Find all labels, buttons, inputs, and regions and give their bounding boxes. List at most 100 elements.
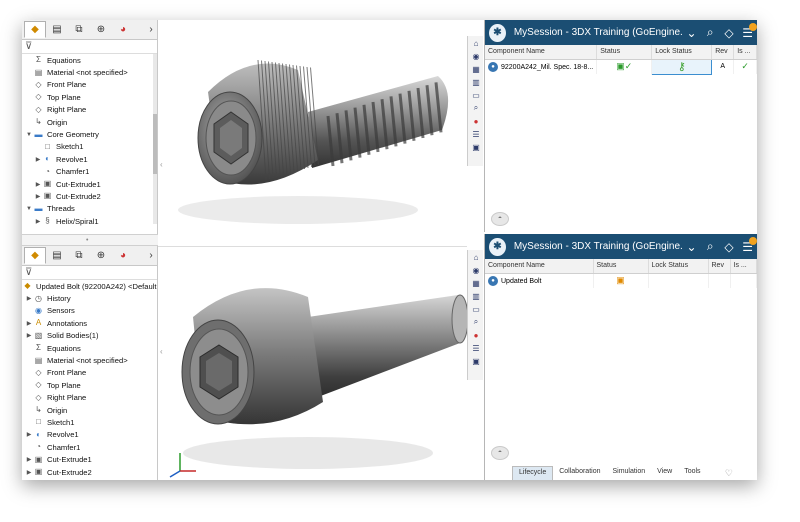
tree-item[interactable]: ▤ Material <not specified> — [22, 66, 157, 78]
tree-item[interactable]: ◔ Chamfer1 — [22, 441, 157, 453]
tree-item[interactable]: ▶ ▣ Cut-Extrude1 — [22, 178, 157, 190]
col-status[interactable]: Status — [593, 259, 649, 274]
tree-item[interactable]: ▼ ▬ Threads — [22, 203, 157, 215]
expand-icon[interactable]: ▶ — [25, 469, 33, 476]
feature-manager-tab[interactable]: ◆ — [24, 21, 46, 38]
tree-item[interactable]: ◇ Right Plane — [22, 104, 157, 116]
parts-button[interactable]: ▦ — [469, 277, 483, 289]
tree-item[interactable]: ▶ ▣ Cut-Extrude2 — [22, 190, 157, 202]
tree-item[interactable]: ▶ ◐ Revolve1 — [22, 153, 157, 165]
col-lock-status[interactable]: Lock Status — [651, 45, 713, 60]
globe-button[interactable]: ◉ — [469, 264, 483, 276]
expand-icon[interactable]: ▶ — [25, 320, 33, 327]
appearance-button[interactable]: ● — [469, 115, 483, 127]
3dx-compass-icon[interactable]: ✱ — [489, 237, 506, 256]
feature-manager-tab[interactable]: ◆ — [24, 247, 46, 264]
tree-item[interactable]: ↳ Origin — [22, 116, 157, 128]
table-row[interactable]: ● Updated Bolt ▣ — [485, 273, 757, 288]
dimxpert-tab[interactable]: ⊕ — [90, 247, 112, 264]
col-rev[interactable]: Rev — [711, 45, 735, 60]
search-button[interactable]: ⌕ — [701, 239, 720, 254]
collapse-icon[interactable]: ▼ — [25, 132, 33, 138]
tag-button[interactable]: ◇ — [720, 26, 739, 40]
tree-item[interactable]: ▶ ▣ Cut-Extrude2 — [22, 466, 157, 478]
tree-item[interactable]: ◔ Chamfer1 — [22, 166, 157, 178]
tab-tools[interactable]: Tools — [678, 466, 706, 480]
search-button[interactable]: ⌕ — [701, 25, 720, 40]
expand-icon[interactable]: ▶ — [25, 431, 33, 438]
col-status[interactable]: Status — [596, 45, 653, 60]
globe-button[interactable]: ◉ — [469, 50, 483, 62]
search-button[interactable]: ⌕ — [469, 316, 483, 328]
col-lock-status[interactable]: Lock Status — [648, 259, 709, 274]
col-component-name[interactable]: Component Name — [485, 259, 594, 274]
tab-lifecycle[interactable]: Lifecycle — [512, 466, 554, 480]
expand-icon[interactable]: ▶ — [25, 332, 33, 339]
tab-view[interactable]: View — [651, 466, 678, 480]
explorer-button[interactable]: ▭ — [469, 89, 483, 101]
property-manager-tab[interactable]: ▤ — [46, 21, 68, 38]
table-row[interactable]: ● 92200A242_Mil. Spec. 18-8... ▣✓ ⚷ A ✓ — [485, 58, 757, 75]
tree-item[interactable]: ▶ ◐ Revolve1 — [22, 429, 157, 441]
explorer-button[interactable]: ▭ — [469, 303, 483, 315]
appearance-button[interactable]: ● — [469, 329, 483, 341]
session-dropdown[interactable]: ⌄ — [682, 240, 701, 254]
graphics-area-top[interactable]: ‹ — [158, 20, 467, 234]
tree-item[interactable]: ▶ ▧ Solid Bodies(1) — [22, 330, 157, 342]
display-manager-tab[interactable]: ◕ — [112, 247, 134, 264]
menu-button[interactable]: ☰ — [738, 22, 757, 40]
3dx-compass-icon[interactable]: ✱ — [489, 23, 506, 42]
tree-root[interactable]: ◆ Updated Bolt (92200A242) <Default Disp… — [22, 280, 157, 292]
tree-item[interactable]: Σ Equations — [22, 342, 157, 354]
col-rev[interactable]: Rev — [708, 259, 731, 274]
menu-button[interactable]: ☰ — [738, 236, 757, 254]
collapse-handle-icon[interactable]: ‹ — [160, 347, 163, 356]
search-button[interactable]: ⌕ — [469, 102, 483, 114]
tree-item[interactable]: ◇ Front Plane — [22, 367, 157, 379]
custom-props-button[interactable]: ☰ — [469, 342, 483, 354]
configuration-manager-tab[interactable]: ⧉ — [68, 21, 90, 38]
tree-filter[interactable]: ⊽ — [22, 266, 157, 280]
tree-item[interactable]: ▶ ▣ Cut-Extrude1 — [22, 453, 157, 465]
col-component-name[interactable]: Component Name — [485, 45, 598, 60]
tree-item[interactable]: ▶ A Annotations — [22, 317, 157, 329]
tree-filter[interactable]: ⊽ — [22, 40, 157, 54]
display-manager-tab[interactable]: ◕ — [112, 21, 134, 38]
collapse-handle-icon[interactable]: ‹ — [160, 160, 163, 169]
tab-simulation[interactable]: Simulation — [606, 466, 651, 480]
tree-item[interactable]: Σ Equations — [22, 54, 157, 66]
tree-item[interactable]: ◇ Front Plane — [22, 79, 157, 91]
property-manager-tab[interactable]: ▤ — [46, 247, 68, 264]
expand-icon[interactable]: ▶ — [25, 456, 33, 463]
favorite-icon[interactable]: ♡ — [725, 468, 733, 479]
tree-item[interactable]: ↳ Origin — [22, 404, 157, 416]
parts-button[interactable]: ▦ — [469, 63, 483, 75]
tree-item[interactable]: ▶ § Helix/Spiral1 — [22, 215, 157, 227]
tree-item[interactable]: ◇ Top Plane — [22, 91, 157, 103]
hard-hat-icon[interactable]: ◓ — [491, 212, 509, 226]
tree-item[interactable]: ▼ ▬ Core Geometry — [22, 128, 157, 140]
configuration-manager-tab[interactable]: ⧉ — [68, 247, 90, 264]
lock-status-cell[interactable]: ⚷ — [651, 58, 713, 75]
collapse-icon[interactable]: ▼ — [25, 206, 33, 212]
forum-button[interactable]: ▣ — [469, 141, 483, 153]
custom-props-button[interactable]: ☰ — [469, 128, 483, 140]
tree-item[interactable]: ◇ Right Plane — [22, 392, 157, 404]
tree-item[interactable]: ▶ ◷ History — [22, 292, 157, 304]
tree-item[interactable]: ◇ Top Plane — [22, 379, 157, 391]
library-button[interactable]: ▥ — [469, 290, 483, 302]
forum-button[interactable]: ▣ — [469, 355, 483, 367]
graphics-area-bottom[interactable]: ‹ — [158, 246, 467, 480]
pane-splitter[interactable]: • — [22, 234, 158, 246]
expand-icon[interactable]: ▶ — [34, 218, 42, 225]
tab-collaboration[interactable]: Collaboration — [553, 466, 606, 480]
home-view-button[interactable]: ⌂ — [469, 37, 483, 49]
tag-button[interactable]: ◇ — [720, 240, 739, 254]
more-tabs-button[interactable]: › — [145, 21, 157, 38]
col-is[interactable]: Is ... — [733, 45, 757, 60]
tree-scrollbar[interactable] — [153, 54, 157, 224]
library-button[interactable]: ▥ — [469, 76, 483, 88]
expand-icon[interactable]: ▶ — [34, 181, 42, 188]
scrollbar-thumb[interactable] — [153, 114, 157, 174]
hard-hat-icon[interactable]: ◓ — [491, 446, 509, 460]
